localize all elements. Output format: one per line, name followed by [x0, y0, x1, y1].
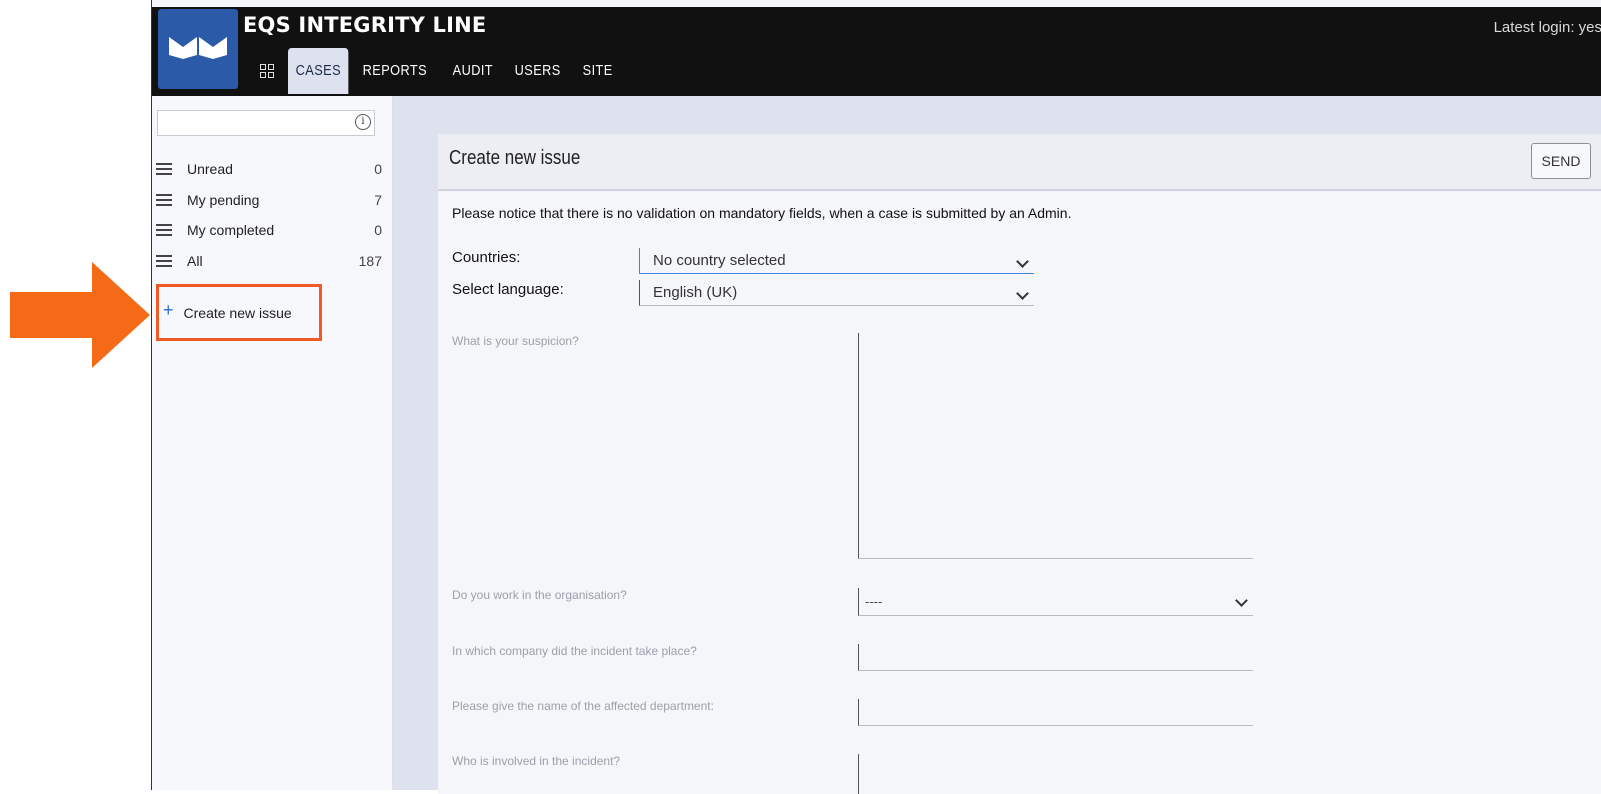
send-button[interactable]: SEND: [1531, 143, 1591, 179]
work-select-value: ----: [865, 594, 883, 609]
orange-arrow-icon: [10, 262, 150, 368]
nav-audit[interactable]: AUDIT: [445, 48, 501, 94]
question-suspicion-label: What is your suspicion?: [452, 334, 579, 348]
chevron-down-icon: [1016, 287, 1029, 300]
plus-icon: +: [163, 300, 174, 320]
countries-value: No country selected: [653, 252, 786, 269]
filter-unread[interactable]: Unread 0: [156, 154, 382, 185]
work-in-organisation-select[interactable]: ----: [858, 588, 1253, 616]
latest-login: Latest login: yes: [1493, 19, 1601, 36]
main-content: Create new issue SEND Please notice that…: [393, 96, 1601, 794]
countries-label: Countries:: [452, 249, 521, 266]
list-icon: [156, 193, 172, 206]
app-window: EQS INTEGRITY LINE Latest login: yes CAS…: [151, 0, 1601, 794]
filter-count: 187: [358, 252, 382, 269]
nav-site[interactable]: SITE: [575, 48, 620, 94]
logo-mark-icon: [169, 37, 227, 59]
info-icon[interactable]: i: [355, 114, 371, 130]
top-bar: EQS INTEGRITY LINE Latest login: yes CAS…: [152, 7, 1601, 96]
create-new-issue-button[interactable]: + Create new issue: [156, 284, 322, 341]
panel-header: Create new issue SEND: [438, 134, 1601, 191]
filter-my-pending[interactable]: My pending 7: [156, 185, 382, 216]
chevron-down-icon: [1016, 255, 1029, 268]
filter-count: 0: [374, 222, 382, 239]
eqs-logo[interactable]: [158, 9, 238, 89]
filter-label: My pending: [187, 191, 260, 208]
nav-dashboard[interactable]: [246, 48, 288, 94]
filter-label: My completed: [187, 222, 275, 239]
suspicion-textarea[interactable]: [858, 333, 1253, 559]
question-work-label: Do you work in the organisation?: [452, 588, 627, 602]
question-department-label: Please give the name of the affected dep…: [452, 699, 714, 713]
list-icon: [156, 254, 172, 267]
question-involved-label: Who is involved in the incident?: [452, 754, 621, 768]
nav-reports[interactable]: REPORTS: [355, 48, 435, 94]
company-input[interactable]: [858, 644, 1253, 671]
sidebar: i Unread 0 My pending 7 My completed 0 A…: [152, 96, 393, 790]
department-input[interactable]: [858, 699, 1253, 726]
search-input[interactable]: [157, 110, 375, 136]
list-icon: [156, 163, 172, 176]
involved-input[interactable]: [858, 754, 1253, 794]
admin-notice: Please notice that there is no validatio…: [452, 205, 1072, 221]
filter-label: All: [187, 252, 203, 269]
brand-name: EQS INTEGRITY LINE: [243, 13, 487, 37]
create-new-issue-label: Create new issue: [183, 304, 292, 321]
create-issue-panel: Create new issue SEND Please notice that…: [438, 134, 1601, 794]
dashboard-grid-icon: [260, 64, 274, 79]
list-icon: [156, 224, 172, 237]
question-company-label: In which company did the incident take p…: [452, 644, 697, 658]
filter-count: 7: [374, 191, 382, 208]
language-label: Select language:: [452, 281, 564, 298]
chevron-down-icon: [1235, 594, 1248, 607]
language-value: English (UK): [653, 284, 738, 301]
nav-users[interactable]: USERS: [507, 48, 568, 94]
main-nav: CASES REPORTS AUDIT USERS SITE: [246, 48, 624, 96]
case-filters: Unread 0 My pending 7 My completed 0 All…: [156, 154, 382, 276]
countries-select[interactable]: No country selected: [639, 248, 1034, 274]
filter-count: 0: [374, 161, 382, 178]
nav-cases[interactable]: CASES: [288, 48, 349, 94]
language-select[interactable]: English (UK): [639, 280, 1034, 306]
filter-all[interactable]: All 187: [156, 246, 382, 277]
filter-label: Unread: [187, 161, 233, 178]
page-title: Create new issue: [449, 147, 581, 169]
filter-my-completed[interactable]: My completed 0: [156, 215, 382, 246]
